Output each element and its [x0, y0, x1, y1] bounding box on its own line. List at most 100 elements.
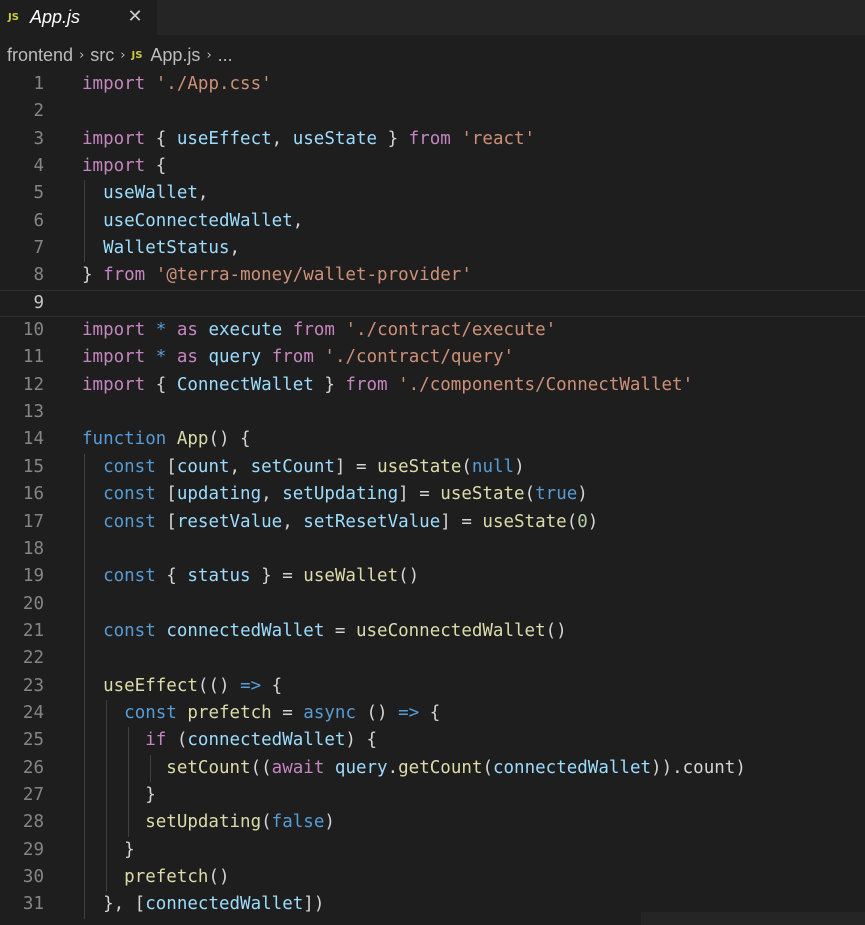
code-token: }, [	[103, 894, 146, 915]
breadcrumb-item-src[interactable]: src	[90, 45, 114, 66]
code-token: )	[324, 812, 335, 833]
code-token: ConnectWallet	[176, 374, 314, 395]
code-token: from	[292, 320, 335, 341]
code-line[interactable]: 4 import {	[0, 153, 865, 180]
code-token: connectedWallet	[187, 730, 346, 751]
code-line[interactable]: 19 const { status } = useWallet()	[0, 563, 865, 591]
code-token: }	[124, 839, 135, 860]
code-token: )	[587, 511, 599, 532]
code-token: =>	[398, 702, 420, 723]
code-line[interactable]: 18	[0, 535, 865, 564]
breadcrumb-item-app-js[interactable]: App.js	[150, 45, 200, 66]
code-line[interactable]: 5 useWallet,	[0, 180, 865, 208]
line-number: 15	[22, 456, 44, 477]
code-line[interactable]: 14 function App() {	[0, 426, 865, 453]
code-token: ] =	[334, 456, 378, 477]
code-token: ()	[545, 620, 567, 641]
line-number: 20	[22, 593, 44, 614]
code-text: import * as query from './contract/query…	[82, 344, 514, 371]
code-token: resetValue	[176, 511, 283, 532]
code-line[interactable]: 7 WalletStatus,	[0, 235, 865, 263]
code-text: const { status } = useWallet()	[82, 563, 419, 590]
code-line[interactable]: 29 }	[0, 836, 865, 864]
code-line[interactable]: 26 setCount((await query.getCount(connec…	[0, 754, 865, 782]
breadcrumb-item-symbols[interactable]: ...	[218, 45, 233, 66]
line-number: 8	[33, 265, 44, 286]
line-number: 10	[22, 320, 44, 341]
code-token: ,	[229, 238, 241, 259]
code-token: useState	[377, 456, 462, 477]
breadcrumb-item-frontend[interactable]: frontend	[7, 45, 73, 66]
code-token: }	[313, 374, 346, 395]
code-line[interactable]: 25 if (connectedWallet) {	[0, 727, 865, 755]
code-token: {	[419, 702, 441, 723]
code-line[interactable]: 17 const [resetValue, setResetValue] = u…	[0, 508, 865, 536]
code-token: useEffect	[103, 675, 198, 696]
code-text: const connectedWallet = useConnectedWall…	[82, 618, 567, 645]
code-line[interactable]: 11 import * as query from './contract/que…	[0, 344, 865, 371]
code-line[interactable]: 20	[0, 590, 865, 618]
code-line[interactable]: 13	[0, 399, 865, 426]
code-line[interactable]: 12 import { ConnectWallet } from './compo…	[0, 372, 865, 399]
code-line[interactable]: 27 }	[0, 781, 865, 810]
code-line[interactable]: 2	[0, 98, 865, 125]
code-text: useWallet,	[82, 180, 208, 207]
close-icon[interactable]: ✕	[124, 5, 146, 29]
code-token: {	[145, 374, 177, 395]
line-number: 19	[22, 566, 44, 587]
code-token: as	[176, 320, 198, 341]
code-line[interactable]: 28 setUpdating(false)	[0, 809, 865, 837]
code-token: =	[271, 702, 304, 723]
javascript-file-icon: JS	[131, 49, 143, 61]
code-token: (	[524, 484, 536, 505]
code-token: if	[145, 730, 167, 751]
code-text: import * as execute from './contract/exe…	[82, 317, 556, 344]
code-token: setResetValue	[303, 511, 441, 532]
code-token: (()	[197, 675, 241, 696]
line-number: 30	[22, 866, 44, 887]
code-token: {	[261, 675, 283, 696]
code-token: 0	[577, 511, 588, 532]
line-number: 16	[22, 484, 44, 505]
code-line[interactable]: 22	[0, 645, 865, 673]
code-token: import	[82, 320, 146, 341]
code-line[interactable]: 15 const [count, setCount] = useState(nu…	[0, 453, 865, 482]
line-number: 27	[22, 784, 44, 805]
horizontal-scrollbar[interactable]	[641, 912, 865, 925]
code-token: }	[82, 265, 104, 286]
code-token: {	[145, 156, 167, 177]
editor-tab-bar: JS App.js ✕	[0, 0, 865, 35]
code-text: const [resetValue, setResetValue] = useS…	[82, 509, 598, 536]
code-line[interactable]: 21 const connectedWallet = useConnectedW…	[0, 617, 865, 646]
code-line[interactable]: 16 const [updating, setUpdating] = useSt…	[0, 481, 865, 509]
code-line[interactable]: 30 prefetch()	[0, 863, 865, 892]
code-token: const	[103, 484, 156, 505]
line-number: 29	[22, 839, 44, 860]
tab-filename: App.js	[30, 7, 81, 27]
code-text: import './App.css'	[82, 71, 272, 98]
tab-app-js[interactable]: JS App.js ✕	[0, 0, 157, 35]
code-token: *	[155, 320, 167, 341]
code-text: prefetch()	[82, 864, 229, 891]
code-editor[interactable]: 1 import './App.css' 2 3 import { useEffect,…	[0, 71, 865, 919]
code-line[interactable]: 24 const prefetch = async () => {	[0, 699, 865, 728]
code-token: =	[324, 620, 356, 641]
code-token: {	[145, 128, 177, 149]
code-line[interactable]: 10 import * as execute from './contract/e…	[0, 317, 865, 344]
code-token: ,	[261, 484, 283, 505]
code-text: import { ConnectWallet } from './compone…	[82, 372, 693, 399]
code-line[interactable]: 9	[0, 290, 865, 317]
code-token: as	[176, 347, 198, 368]
code-line[interactable]: 6 useConnectedWallet,	[0, 207, 865, 236]
code-token: '@terra-money/wallet-provider'	[155, 265, 472, 286]
code-token: import	[82, 374, 146, 395]
code-line[interactable]: 3 import { useEffect, useState } from 're…	[0, 126, 865, 153]
code-text: setCount((await query.getCount(connected…	[82, 755, 746, 782]
code-line[interactable]: 8} from '@terra-money/wallet-provider'	[0, 262, 865, 289]
code-line[interactable]: 23 useEffect(() => {	[0, 672, 865, 700]
code-line[interactable]: 1 import './App.css'	[0, 71, 865, 98]
